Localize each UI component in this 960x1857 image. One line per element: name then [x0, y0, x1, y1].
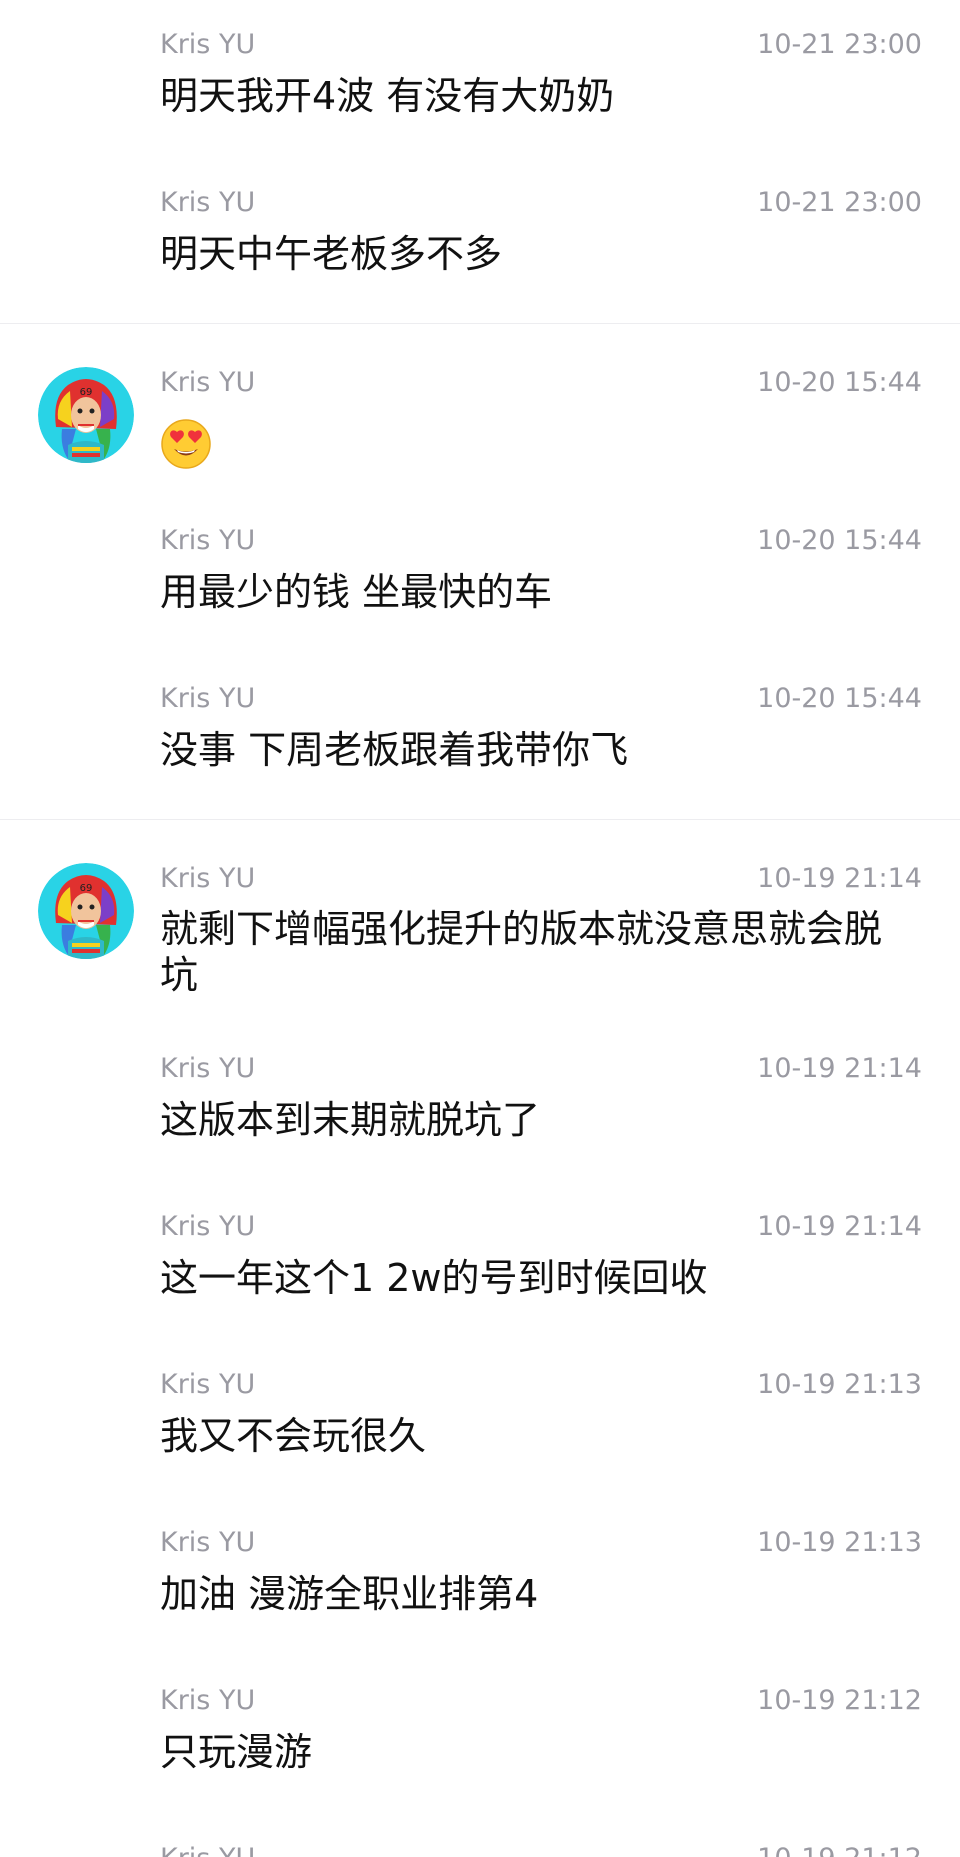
sender-name: Kris YU: [160, 29, 256, 60]
message-timestamp: 10-19 21:12: [757, 1685, 922, 1716]
message-timestamp: 10-21 23:00: [757, 187, 922, 218]
message-timestamp: 10-20 15:44: [757, 683, 922, 714]
message-text: 明天中午老板多不多: [160, 232, 503, 276]
message-text: 就剩下增幅强化提升的版本就没意思就会脱坑: [160, 907, 883, 997]
avatar[interactable]: 69: [38, 367, 134, 463]
message-text: 明天我开4波 有没有大奶奶: [160, 74, 615, 118]
message-timestamp: 10-19 21:12: [757, 1842, 922, 1857]
message-timestamp: 10-20 15:44: [757, 525, 922, 556]
message-timestamp: 10-19 21:13: [757, 1527, 922, 1558]
sender-name: Kris YU: [160, 1527, 256, 1558]
sender-name: Kris YU: [160, 1685, 256, 1716]
avatar-image: 69: [38, 367, 134, 463]
message-text: 我又不会玩很久: [160, 1414, 427, 1458]
message-text: 这一年这个1 2w的号到时候回收: [160, 1256, 708, 1300]
message-timestamp: 10-19 21:14: [757, 863, 922, 894]
sender-name: Kris YU: [160, 683, 256, 714]
avatar[interactable]: 69: [38, 863, 134, 959]
sender-name: Kris YU: [160, 1053, 256, 1084]
group-divider: [0, 819, 960, 820]
message-timestamp: 10-21 23:00: [757, 29, 922, 60]
sender-name: Kris YU: [160, 1369, 256, 1400]
sender-name: Kris YU: [160, 187, 256, 218]
chat-message-list[interactable]: Kris YU 10-21 23:00 明天我开4波 有没有大奶奶 Kris Y…: [0, 0, 960, 1857]
message-text: 用最少的钱 坐最快的车: [160, 570, 553, 614]
message-text: 加油 漫游全职业排第4: [160, 1572, 539, 1616]
message-timestamp: 10-19 21:14: [757, 1211, 922, 1242]
message-timestamp: 10-19 21:13: [757, 1369, 922, 1400]
sender-name: Kris YU: [160, 863, 256, 894]
sender-name: Kris YU: [160, 367, 256, 398]
message-text: 只玩漫游: [160, 1730, 313, 1774]
message-timestamp: 10-20 15:44: [757, 367, 922, 398]
message-text: 没事 下周老板跟着我带你飞: [160, 728, 629, 772]
heart-eyes-emoji-icon: [161, 419, 211, 469]
avatar-image: 69: [38, 863, 134, 959]
sender-name: Kris YU: [160, 1211, 256, 1242]
svg-text:69: 69: [80, 387, 93, 398]
sender-name: Kris YU: [160, 525, 256, 556]
sender-name: Kris YU: [160, 1842, 255, 1857]
message-timestamp: 10-19 21:14: [757, 1053, 922, 1084]
group-divider: [0, 323, 960, 324]
message-text: 这版本到末期就脱坑了: [160, 1098, 541, 1142]
svg-text:69: 69: [80, 883, 93, 894]
